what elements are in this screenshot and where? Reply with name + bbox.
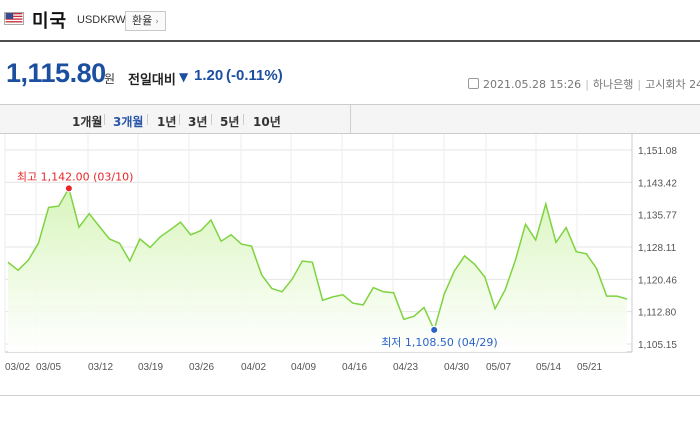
x-tick-label: 04/02 bbox=[241, 362, 266, 373]
divider bbox=[0, 395, 700, 396]
bank-name: 하나은행 bbox=[592, 78, 634, 91]
tab-1y[interactable]: 1년 bbox=[157, 113, 176, 130]
current-price: 1,115.80 bbox=[6, 58, 106, 88]
y-tick-label: 1,120.46 bbox=[638, 275, 677, 286]
high-label: 최고 1,142.00 (03/10) bbox=[17, 170, 134, 183]
low-label: 최저 1,108.50 (04/29) bbox=[381, 336, 498, 349]
y-tick-label: 1,105.15 bbox=[638, 340, 677, 351]
exchange-rate-chart: 1,151.08 1,143.42 1,135.77 1,128.11 1,120.46… bbox=[4, 134, 677, 373]
x-tick-label: 03/12 bbox=[88, 362, 113, 373]
low-marker bbox=[430, 325, 439, 334]
tab-10y[interactable]: 10년 bbox=[253, 113, 281, 130]
tab-1m[interactable]: 1개월 bbox=[72, 113, 102, 130]
x-tick-label: 03/02 bbox=[5, 362, 30, 373]
change-value: 1.20 bbox=[194, 67, 224, 84]
chevron-right-icon: › bbox=[155, 17, 159, 27]
currency-code: USDKRW bbox=[77, 14, 126, 26]
divider: | bbox=[585, 78, 589, 91]
clock-icon bbox=[468, 78, 479, 89]
x-tick-label: 03/19 bbox=[138, 362, 163, 373]
y-tick-label: 1,151.08 bbox=[638, 146, 677, 157]
divider bbox=[350, 105, 351, 133]
down-triangle-icon: ▼ bbox=[179, 70, 189, 84]
x-tick-label: 04/16 bbox=[342, 362, 367, 373]
divider bbox=[147, 114, 148, 125]
period-tabs: 1개월 3개월 1년 3년 5년 10년 bbox=[0, 104, 700, 134]
y-tick-label: 1,128.11 bbox=[638, 243, 677, 254]
y-tick-label: 1,143.42 bbox=[638, 178, 677, 189]
compare-label: 전일대비 bbox=[128, 73, 176, 88]
x-tick-label: 03/26 bbox=[189, 362, 214, 373]
x-tick-label: 05/21 bbox=[577, 362, 602, 373]
x-tick-label: 03/05 bbox=[36, 362, 61, 373]
quote-round: 고시회차 240회 bbox=[645, 78, 700, 91]
divider bbox=[211, 114, 212, 125]
tab-5y[interactable]: 5년 bbox=[220, 113, 239, 130]
price-unit: 원 bbox=[104, 72, 116, 86]
x-tick-label: 04/09 bbox=[291, 362, 316, 373]
quote-date: 2021.05.28 15:26 bbox=[483, 78, 582, 91]
divider bbox=[179, 114, 180, 125]
divider: | bbox=[637, 78, 642, 91]
us-flag-icon bbox=[4, 12, 24, 25]
change-percent: (-0.11%) bbox=[226, 67, 283, 84]
exchange-button[interactable]: 환율 › bbox=[125, 11, 166, 31]
divider bbox=[243, 114, 244, 125]
x-tick-label: 04/23 bbox=[393, 362, 418, 373]
high-marker bbox=[64, 184, 73, 193]
header-bar: 미국 USDKRW 환율 › bbox=[0, 0, 700, 42]
x-tick-label: 05/14 bbox=[536, 362, 561, 373]
tab-3y[interactable]: 3년 bbox=[188, 113, 207, 130]
y-tick-label: 1,135.77 bbox=[638, 211, 677, 222]
y-tick-label: 1,112.80 bbox=[638, 308, 677, 319]
tab-3m[interactable]: 3개월 bbox=[113, 113, 143, 130]
divider bbox=[104, 114, 105, 125]
exchange-button-label: 환율 bbox=[132, 14, 153, 27]
country-name: 미국 bbox=[32, 11, 68, 32]
x-tick-label: 05/07 bbox=[486, 362, 511, 373]
quote-meta: 2021.05.28 15:26|하나은행|고시회차 240회 bbox=[468, 76, 700, 92]
x-tick-label: 04/30 bbox=[444, 362, 469, 373]
